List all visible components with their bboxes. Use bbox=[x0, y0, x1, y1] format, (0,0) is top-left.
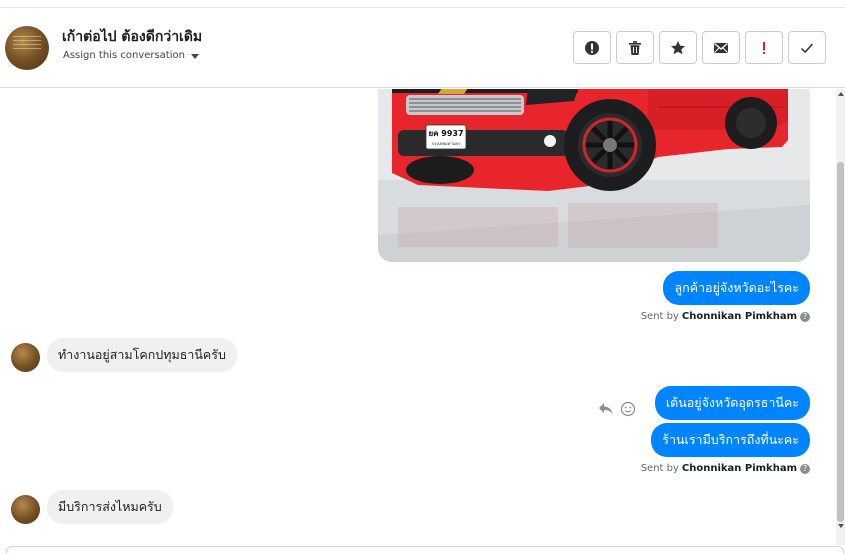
conversation-header: เก้าต่อไป ต้องดีกว่าเดิม Assign this con… bbox=[0, 8, 845, 88]
scroll-down-arrow-icon[interactable] bbox=[838, 524, 844, 528]
scrollbar-thumb[interactable] bbox=[837, 162, 844, 522]
reply-icon[interactable] bbox=[598, 402, 614, 416]
assign-conversation-dropdown[interactable]: Assign this conversation bbox=[63, 50, 199, 61]
exclamation-icon bbox=[763, 41, 765, 54]
trash-icon bbox=[629, 40, 641, 55]
sent-by-label: Sent by Chonnikan Pimkham ? bbox=[641, 311, 810, 322]
outgoing-message-bubble[interactable]: ร้านเรามีบริการถึงที่นะคะ bbox=[651, 423, 810, 457]
mark-done-button[interactable] bbox=[788, 31, 826, 64]
delete-button[interactable] bbox=[616, 31, 654, 64]
outgoing-message-bubble[interactable]: เต้นอยู่จังหวัดอุดรธานีคะ bbox=[654, 386, 810, 420]
contact-avatar-small[interactable] bbox=[11, 495, 40, 524]
incoming-message-bubble[interactable]: ทำงานอยู่สามโคกปทุมธานีครับ bbox=[47, 338, 237, 372]
sent-by-name[interactable]: Chonnikan Pimkham bbox=[682, 463, 797, 474]
conversation-title: เก้าต่อไป ต้องดีกว่าเดิม bbox=[62, 29, 203, 45]
assign-label: Assign this conversation bbox=[63, 50, 185, 61]
sent-by-prefix: Sent by bbox=[640, 463, 679, 474]
plate-number: ยค 9937 bbox=[428, 129, 463, 138]
help-icon[interactable]: ? bbox=[800, 311, 810, 322]
top-strip bbox=[0, 0, 845, 8]
follow-up-button[interactable] bbox=[745, 31, 783, 64]
message-composer[interactable] bbox=[6, 546, 844, 554]
help-icon[interactable]: ? bbox=[800, 463, 810, 474]
star-icon bbox=[671, 40, 685, 54]
red-pickup-truck-image: ยค 9937 กรุงเทพมหานคร bbox=[378, 89, 810, 262]
alert-circle-icon bbox=[585, 40, 599, 55]
caret-down-icon bbox=[190, 53, 199, 59]
message-hover-actions bbox=[598, 401, 636, 417]
incoming-message-bubble[interactable]: มีบริการส่งไหมครับ bbox=[47, 490, 173, 524]
sent-by-name[interactable]: Chonnikan Pimkham bbox=[682, 311, 797, 322]
shared-car-photo[interactable]: ยค 9937 กรุงเทพมหานคร bbox=[378, 89, 810, 262]
contact-avatar-small[interactable] bbox=[11, 343, 40, 372]
outgoing-message-bubble[interactable]: ลูกค้าอยู่จังหวัดอะไรคะ bbox=[663, 271, 810, 305]
contact-avatar[interactable] bbox=[5, 26, 49, 70]
checkmark-icon bbox=[800, 42, 814, 53]
smiley-react-icon[interactable] bbox=[620, 401, 636, 417]
mark-unread-button[interactable] bbox=[702, 31, 740, 64]
sent-by-prefix: Sent by bbox=[640, 311, 679, 322]
envelope-icon bbox=[714, 42, 728, 53]
scroll-up-arrow-icon[interactable] bbox=[838, 92, 844, 96]
conversation-actions bbox=[573, 31, 826, 64]
message-thread: ยค 9937 กรุงเทพมหานคร ลูกค้าอยู่จังหวัดอ… bbox=[0, 89, 845, 545]
mark-spam-button[interactable] bbox=[573, 31, 611, 64]
star-button[interactable] bbox=[659, 31, 697, 64]
sent-by-label: Sent by Chonnikan Pimkham ? bbox=[641, 463, 810, 474]
